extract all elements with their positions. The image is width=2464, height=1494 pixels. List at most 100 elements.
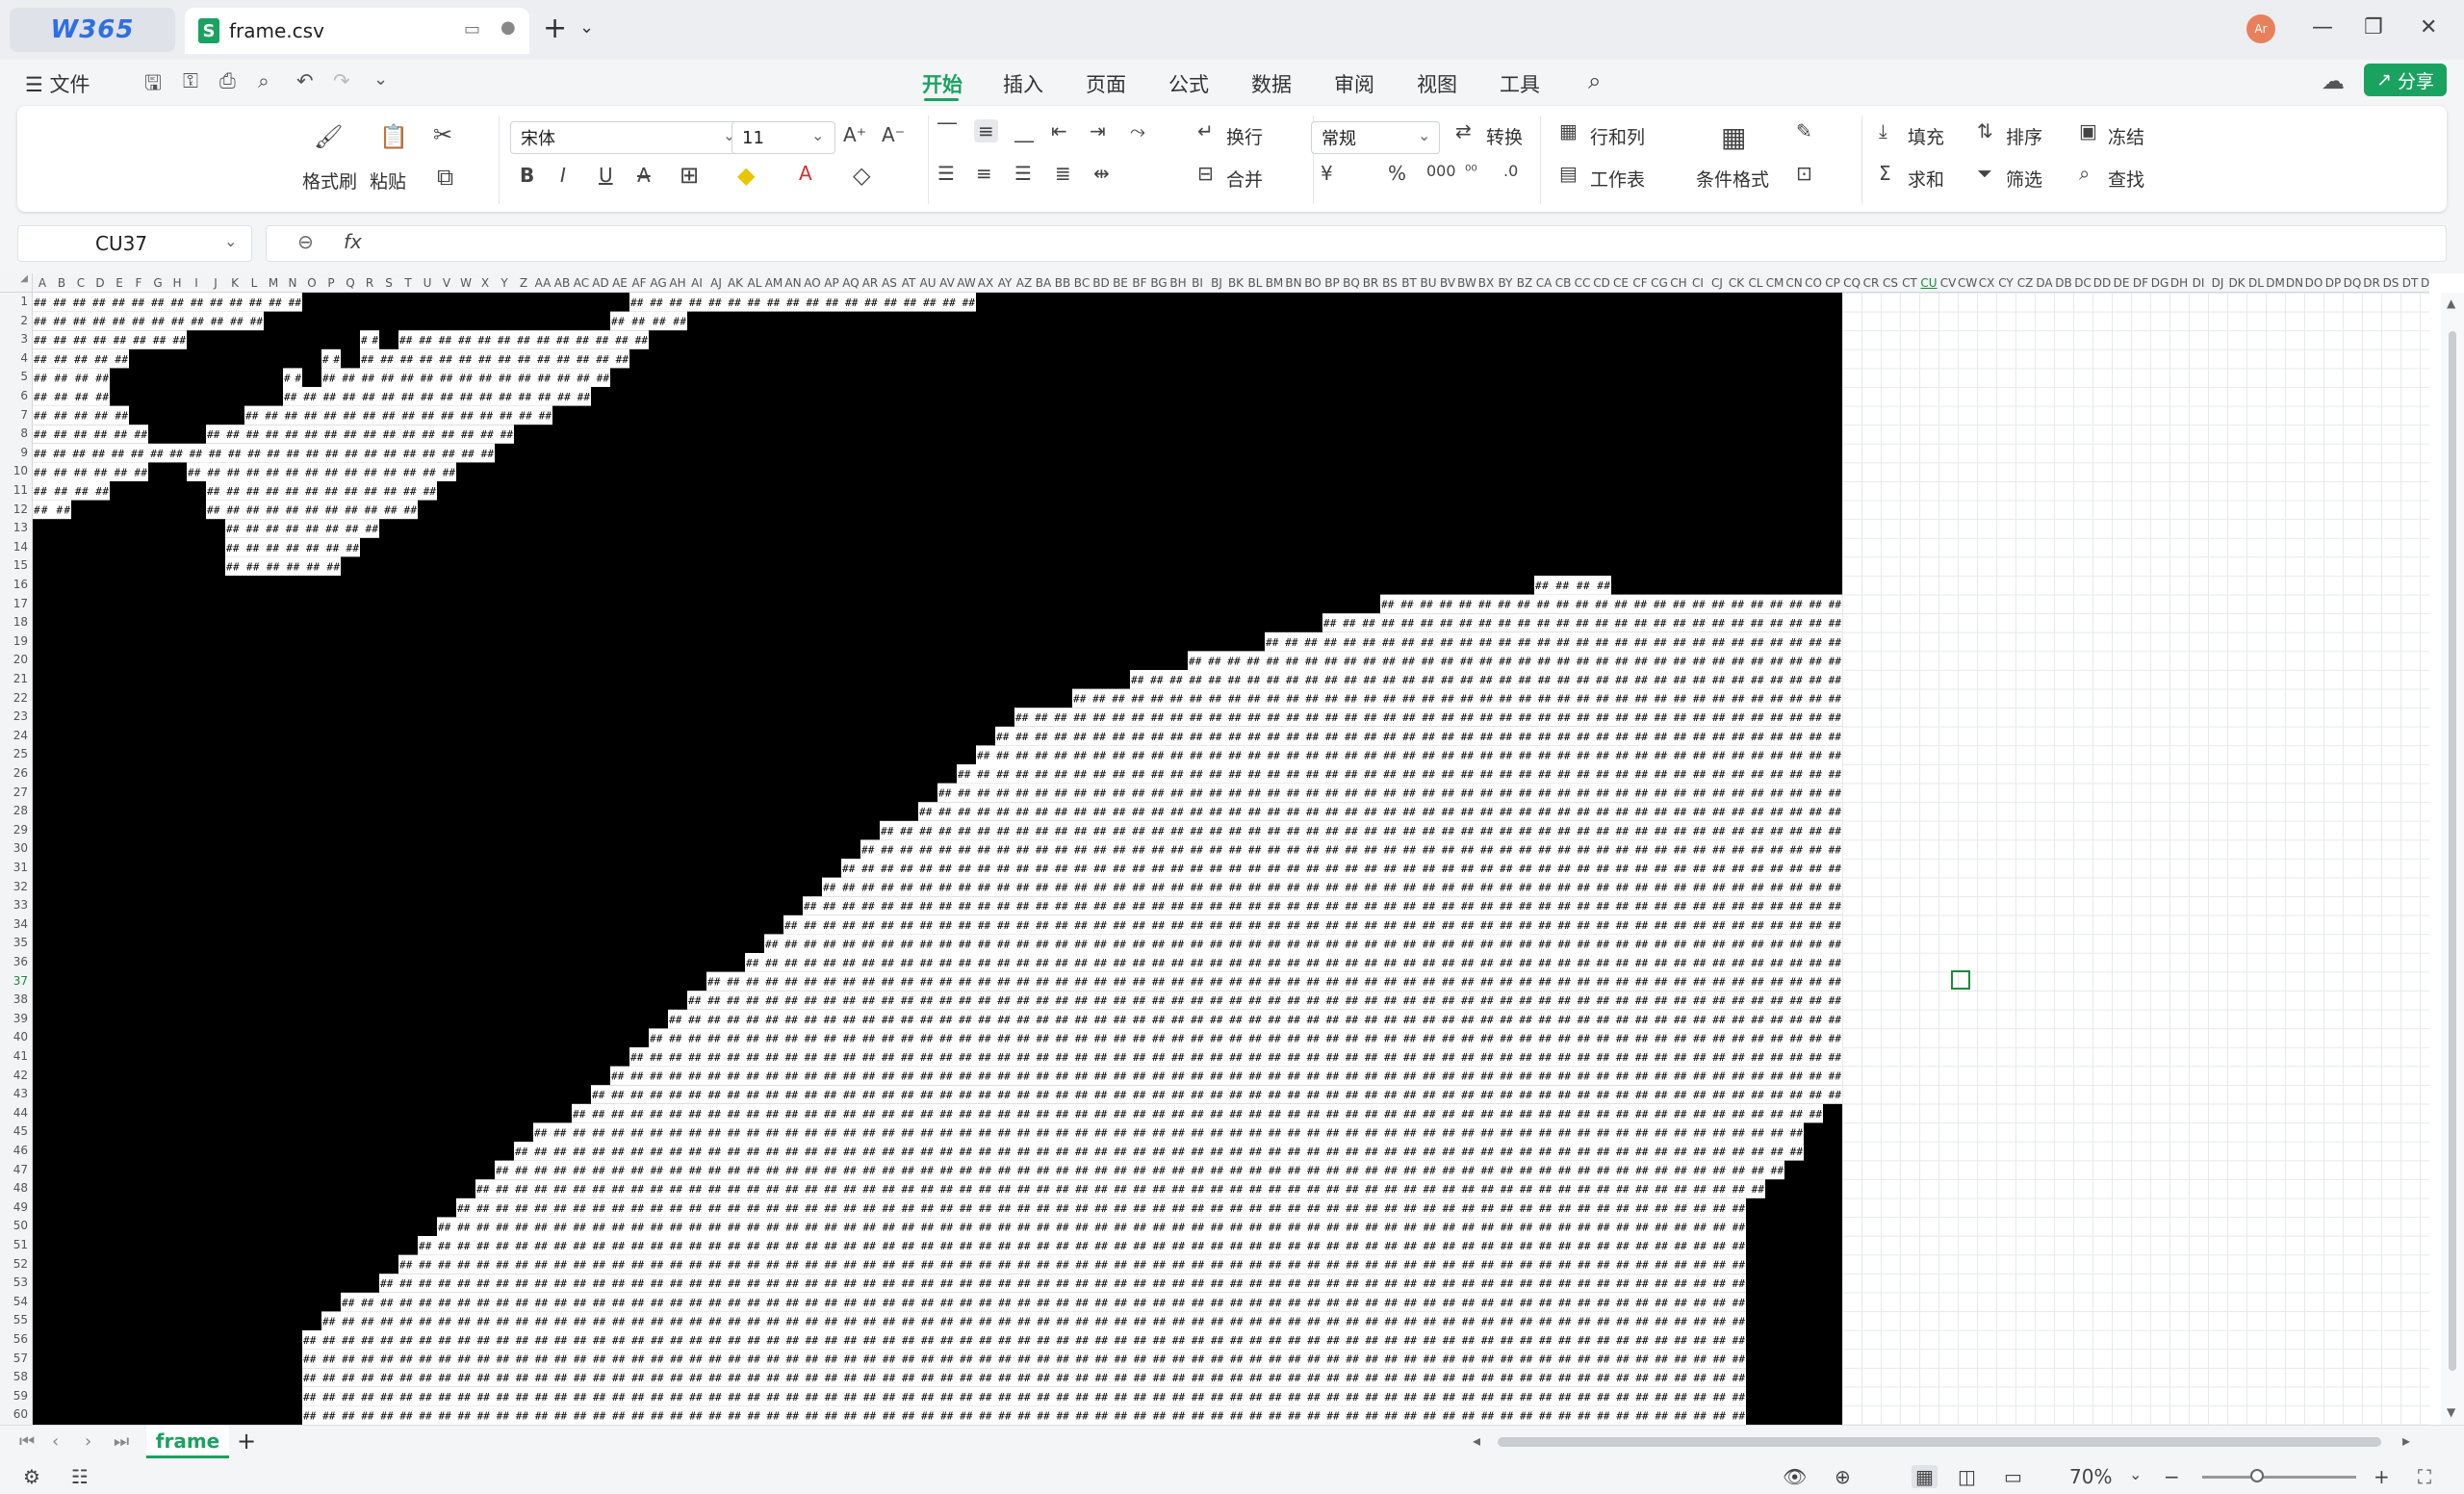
column-header[interactable]: H	[167, 276, 187, 290]
column-header[interactable]: CG	[1650, 276, 1669, 290]
horizontal-scroll-thumb[interactable]	[1498, 1437, 2381, 1447]
column-header[interactable]: AF	[629, 276, 649, 290]
increase-font-icon[interactable]: A⁺	[843, 123, 866, 146]
row-header[interactable]: 24	[13, 729, 28, 742]
column-header[interactable]: BU	[1419, 276, 1438, 290]
row-header[interactable]: 14	[13, 540, 28, 554]
column-header[interactable]: AJ	[706, 276, 726, 290]
row-header[interactable]: 60	[13, 1407, 28, 1421]
worksheet-icon[interactable]: ▤	[1559, 162, 1578, 185]
column-header[interactable]: CK	[1727, 276, 1746, 290]
row-header[interactable]: 25	[13, 747, 28, 760]
column-header[interactable]: Y	[495, 276, 514, 290]
border-icon[interactable]: ⊞	[680, 162, 699, 189]
column-header[interactable]: AB	[552, 276, 572, 290]
column-header[interactable]: CV	[1938, 276, 1958, 290]
align-bottom-icon[interactable]: ⎽	[1014, 119, 1034, 142]
tab-formula[interactable]: 公式	[1168, 69, 1209, 98]
share-button[interactable]: ↗ 分享	[2364, 64, 2447, 96]
find-icon[interactable]: ⌕	[2079, 162, 2090, 185]
column-header[interactable]: Q	[341, 276, 360, 290]
column-header[interactable]: DI	[2189, 276, 2208, 290]
column-header[interactable]: CT	[1900, 276, 1919, 290]
row-header[interactable]: 13	[13, 521, 28, 534]
column-header[interactable]: AG	[649, 276, 668, 290]
column-header[interactable]: DB	[2054, 276, 2073, 290]
zoom-in-icon[interactable]: +	[2374, 1465, 2390, 1488]
first-sheet-icon[interactable]: ⏮	[19, 1431, 35, 1452]
column-header[interactable]: AM	[764, 276, 783, 290]
column-header[interactable]: DK	[2227, 276, 2246, 290]
page-break-icon[interactable]: ▭	[2004, 1465, 2022, 1488]
column-header[interactable]: DT	[2400, 276, 2420, 290]
column-header[interactable]: AK	[726, 276, 745, 290]
column-header[interactable]: CM	[1765, 276, 1784, 290]
row-header[interactable]: 33	[13, 898, 28, 912]
sheet-list-icon[interactable]: ☷	[71, 1465, 89, 1488]
eye-protection-icon[interactable]: 👁	[1783, 1465, 1807, 1488]
row-header[interactable]: 35	[13, 936, 28, 949]
close-icon[interactable]: ✕	[2420, 15, 2437, 39]
cond-format-button[interactable]: 条件格式	[1696, 166, 1769, 192]
row-header[interactable]: 43	[13, 1087, 28, 1100]
convert-button[interactable]: 转换	[1486, 123, 1523, 149]
tab-tools[interactable]: 工具	[1500, 69, 1540, 98]
print-icon[interactable]: ⎙	[219, 69, 236, 93]
worksheet-button[interactable]: 工作表	[1590, 166, 1645, 192]
justify-icon[interactable]: ≣	[1055, 162, 1071, 185]
row-header[interactable]: 40	[13, 1030, 28, 1043]
column-header[interactable]: AD	[591, 276, 610, 290]
column-header[interactable]: BI	[1188, 276, 1207, 290]
column-header[interactable]: DA	[2035, 276, 2054, 290]
cond-format-icon[interactable]: ▦	[1721, 121, 1746, 153]
row-header[interactable]: 10	[13, 464, 28, 477]
sheet-tab-frame[interactable]: frame	[146, 1426, 229, 1458]
zoom-level[interactable]: 70%	[2069, 1465, 2112, 1488]
scroll-down-icon[interactable]: ▼	[2447, 1405, 2455, 1419]
column-header[interactable]: AE	[610, 276, 629, 290]
column-header[interactable]: CP	[1823, 276, 1842, 290]
tab-view[interactable]: 视图	[1417, 69, 1457, 98]
decrease-font-icon[interactable]: A⁻	[882, 123, 905, 146]
add-sheet-icon[interactable]: +	[237, 1428, 256, 1455]
column-header[interactable]: CW	[1958, 276, 1977, 290]
column-header[interactable]: CQ	[1842, 276, 1861, 290]
column-header[interactable]: V	[437, 276, 456, 290]
row-header[interactable]: 21	[13, 672, 28, 685]
undo-icon[interactable]: ↶	[296, 69, 314, 92]
column-header[interactable]: DH	[2169, 276, 2189, 290]
column-header[interactable]: S	[379, 276, 398, 290]
column-header[interactable]: F	[129, 276, 148, 290]
column-header[interactable]: BO	[1303, 276, 1322, 290]
prev-sheet-icon[interactable]: ‹	[52, 1431, 59, 1452]
row-header[interactable]: 44	[13, 1106, 28, 1120]
row-header[interactable]: 17	[13, 597, 28, 610]
column-header[interactable]: C	[71, 276, 90, 290]
row-header[interactable]: 31	[13, 861, 28, 874]
filter-icon[interactable]: ⏷	[1977, 162, 1992, 185]
column-header[interactable]: BF	[1130, 276, 1149, 290]
more-chevron-icon[interactable]: ⌄	[373, 69, 388, 90]
column-header[interactable]: DQ	[2343, 276, 2362, 290]
column-header[interactable]: AN	[783, 276, 803, 290]
row-header[interactable]: 19	[13, 634, 28, 648]
column-header[interactable]: DP	[2323, 276, 2343, 290]
column-header[interactable]: P	[321, 276, 341, 290]
align-left-icon[interactable]: ☰	[937, 162, 955, 185]
column-header[interactable]: AZ	[1014, 276, 1034, 290]
zoom-formula-icon[interactable]: ⊖	[297, 230, 314, 253]
name-box[interactable]: CU37 ⌄	[17, 225, 252, 262]
column-header[interactable]: DU	[2420, 276, 2429, 290]
column-header[interactable]: DM	[2266, 276, 2285, 290]
column-header[interactable]: CY	[1996, 276, 2015, 290]
paste-button[interactable]: 粘贴	[370, 167, 406, 193]
column-header[interactable]: K	[225, 276, 244, 290]
copy-icon[interactable]: ⧉	[437, 164, 453, 191]
column-header[interactable]: BZ	[1515, 276, 1534, 290]
column-header[interactable]: CR	[1861, 276, 1881, 290]
row-header[interactable]: 56	[13, 1332, 28, 1346]
rows-cols-button[interactable]: 行和列	[1590, 123, 1645, 149]
row-header[interactable]: 42	[13, 1069, 28, 1082]
tab-insert[interactable]: 插入	[1003, 69, 1043, 98]
column-header[interactable]: DN	[2285, 276, 2304, 290]
